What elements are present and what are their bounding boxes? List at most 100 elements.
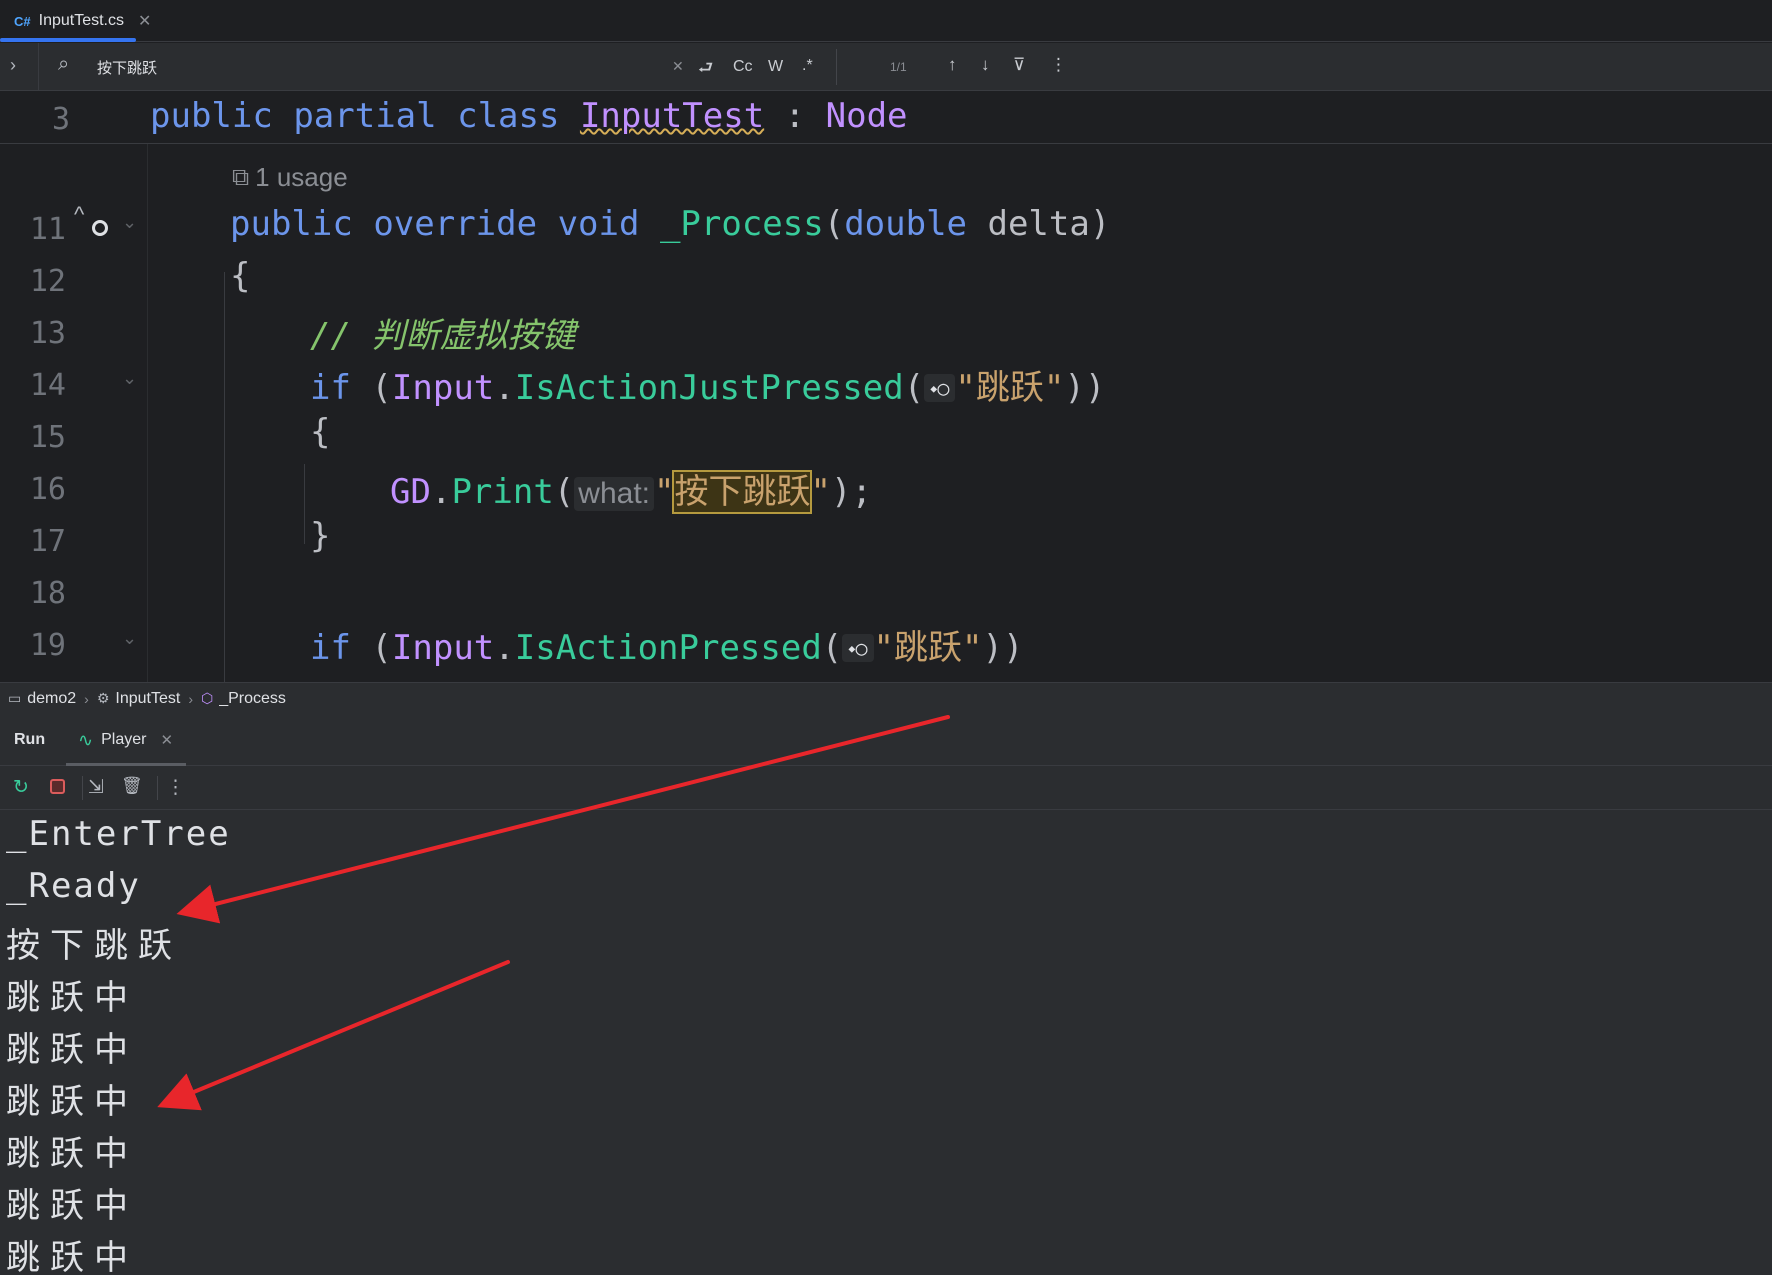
code-token: ); [830,472,872,512]
console-line: 跳跃中 [6,1134,138,1174]
next-occurrence-icon[interactable]: ↓ [981,55,990,75]
code-token: ( [823,204,845,244]
whole-words-button[interactable]: W [768,58,783,76]
implementation-gutter-icon[interactable] [92,220,108,236]
method-name-token: IsActionPressed [514,628,822,668]
more-options-icon[interactable]: ⋮ [1050,55,1067,75]
code-token: double [844,204,968,244]
indent-guide [224,272,225,682]
project-icon: ▭ [8,690,22,706]
new-line-icon[interactable]: ⮐ [698,55,713,84]
code-line: if (Input.IsActionJustPressed(⬩○ "跳跃")) [310,360,1105,409]
find-divider [38,43,39,91]
indent-guide [304,464,305,544]
code-token: ( [903,368,925,408]
code-token: . [430,472,452,512]
previous-occurrence-icon[interactable]: ↑ [948,55,957,75]
code-token: ( [553,472,575,512]
breadcrumb-project[interactable]: ▭ demo2 [8,690,76,708]
code-token: Node [825,96,908,136]
code-token: )) [1064,368,1106,408]
parameter-name-hint: what: [574,477,654,511]
code-token: if [310,368,351,408]
input-action-hint-icon[interactable]: ⬩○ [842,634,874,662]
run-toolbar: ↻ ⇲ 🗑 ⋮ [0,766,1772,810]
search-match-highlight: 按下跳跃 [672,470,813,514]
close-tab-icon[interactable]: ✕ [138,11,151,31]
line-number: 12 [29,264,66,299]
close-tab-icon[interactable]: ✕ [160,731,173,749]
code-token: if [310,628,351,668]
line-number: 15 [29,420,66,455]
breadcrumb-separator: › [188,690,193,707]
class-icon: ⚙ [96,690,110,706]
more-options-icon[interactable]: ⋮ [166,776,185,799]
line-number: 11 [29,212,66,247]
console-line: 跳跃中 [6,1238,138,1275]
code-token: " [810,472,831,512]
usage-count: 1 usage [255,162,348,192]
override-marker-icon[interactable]: ^ [74,202,84,228]
breadcrumb-method-label: _Process [219,689,286,707]
code-token: void [557,204,640,244]
code-token: ( [821,628,843,668]
code-line: } [310,516,331,556]
match-case-button[interactable]: Cc [733,58,753,76]
search-icon[interactable]: ⌕ [58,53,69,76]
code-token: class [457,96,560,136]
sticky-code-line: public partial class InputTest : Node [150,96,908,136]
player-run-icon: ∿ [78,729,94,750]
fold-chevron-icon[interactable]: ⌄ [122,212,137,233]
clear-all-icon[interactable]: 🗑 [121,776,143,796]
console-output[interactable]: _EnterTree _Ready 按下跳跃 跳跃中 跳跃中 跳跃中 跳跃中 跳… [0,810,1772,1275]
input-action-hint-icon[interactable]: ⬩○ [924,374,956,402]
code-vision-usages[interactable]: ⧉ 1 usage [232,162,348,193]
string-literal: "跳跃" [955,368,1065,408]
search-input[interactable]: 按下跳跃 [97,57,157,78]
file-tab-label: InputTest.cs [38,12,124,29]
breadcrumb-class-label: InputTest [115,689,181,707]
fold-chevron-icon[interactable]: ⌄ [122,628,137,649]
toolbar-divider [157,776,158,800]
code-editor[interactable]: 3 public partial class InputTest : Node … [0,92,1772,682]
code-token: partial [293,96,437,136]
find-bar: › ⌕ 按下跳跃 ✕ ⮐ Cc W .* 1/1 ↑ ↓ ⊽ ⋮ [0,43,1772,91]
code-line: { [310,412,331,452]
rerun-icon[interactable]: ↻ [13,776,29,799]
run-title: Run [14,731,46,748]
code-line: public override void _Process(double del… [230,204,1110,244]
code-token: public [230,204,353,244]
player-tab-label: Player [101,731,147,748]
find-divider-2 [836,49,837,85]
console-line: 跳跃中 [6,1082,138,1122]
code-token: override [373,204,538,244]
sticky-header-line[interactable]: 3 public partial class InputTest : Node [0,92,1772,144]
code-token: public [150,96,273,136]
fold-chevron-icon[interactable]: ⌄ [122,368,137,389]
clear-search-icon[interactable]: ✕ [672,58,684,75]
breadcrumb-method[interactable]: ⬡ _Process [201,690,286,708]
line-number: 17 [29,524,66,559]
console-line: 跳跃中 [6,1030,138,1070]
file-tab-inputtest[interactable]: C# InputTest.cs ✕ [0,0,151,42]
regex-button[interactable]: .* [802,57,813,75]
line-number: 13 [29,316,66,351]
code-line: if (Input.IsActionPressed(⬩○ "跳跃")) [310,620,1023,669]
code-line: GD.Print(what: "按下跳跃"); [390,464,872,514]
class-name-token: Input [391,628,495,668]
filter-icon[interactable]: ⊽ [1013,55,1025,75]
line-number: 3 [51,102,70,137]
csharp-file-icon: C# [14,13,31,29]
scroll-to-end-icon[interactable]: ⇲ [88,776,104,799]
code-token: ( [350,368,392,408]
code-token: )) [982,628,1024,668]
usages-icon: ⧉ [232,163,250,191]
stop-icon[interactable] [50,779,65,794]
editor-tab-bar: C# InputTest.cs ✕ [0,0,1772,42]
breadcrumb-class[interactable]: ⚙ InputTest [97,690,181,708]
run-config-tab-player[interactable]: ∿ Player ✕ [66,714,186,766]
console-line: 按下跳跃 [6,926,182,966]
expand-replace-icon[interactable]: › [10,55,16,76]
code-token: ( [350,628,392,668]
class-name-token: InputTest [579,96,765,136]
